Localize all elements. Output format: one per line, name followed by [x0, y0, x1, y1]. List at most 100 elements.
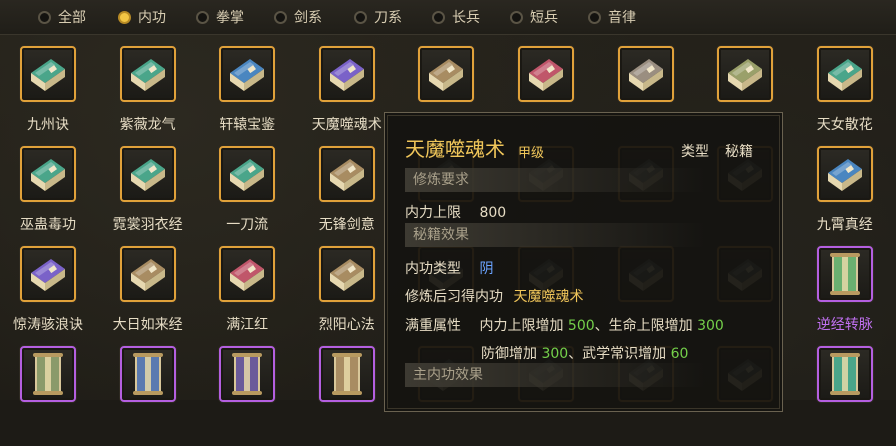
filter-label: 长兵: [452, 10, 480, 26]
book-icon[interactable]: [717, 46, 774, 102]
book-icon[interactable]: [20, 346, 76, 402]
manual-slot[interactable]: 无锋剑意: [301, 146, 393, 246]
attr3-name: 防御增加: [481, 346, 537, 362]
book-icon[interactable]: [119, 346, 176, 402]
full-label: 满重属性: [405, 318, 461, 334]
radio-icon[interactable]: [118, 10, 131, 24]
attr1-value: 500: [567, 318, 595, 334]
radio-icon[interactable]: [274, 10, 287, 24]
manual-name: 惊涛骇浪诀: [13, 317, 83, 333]
manual-slot[interactable]: 一刀流: [201, 146, 293, 246]
filter-label: 剑系: [294, 10, 322, 26]
filter-option-2[interactable]: 拳掌: [196, 7, 244, 27]
radio-icon[interactable]: [432, 10, 445, 24]
manual-slot[interactable]: 九州诀: [2, 46, 94, 146]
filter-label: 刀系: [374, 10, 402, 26]
manual-slot[interactable]: 天女散花: [799, 46, 891, 146]
manual-name: 天女散花: [816, 117, 873, 133]
book-icon[interactable]: [318, 46, 375, 102]
book-icon[interactable]: [20, 146, 76, 202]
manual-slot[interactable]: 惊涛骇浪诀: [2, 246, 94, 346]
filter-option-3[interactable]: 剑系: [274, 7, 322, 27]
manual-name: 大日如来经: [112, 317, 183, 333]
manual-name: 九霄真经: [816, 217, 873, 233]
tooltip-type-value: 秘籍: [725, 144, 753, 160]
book-icon[interactable]: [20, 46, 76, 102]
section-effects: 秘籍效果: [405, 223, 705, 247]
book-icon[interactable]: [119, 46, 176, 102]
manual-name: 紫薇龙气: [119, 117, 176, 133]
manual-slot[interactable]: 霓裳羽衣经: [102, 146, 194, 246]
manual-slot[interactable]: 紫薇龙气: [102, 46, 194, 146]
radio-icon[interactable]: [354, 10, 367, 24]
book-icon[interactable]: [318, 346, 375, 402]
manual-slot[interactable]: [201, 346, 293, 446]
manual-slot[interactable]: [301, 346, 393, 446]
book-icon[interactable]: [816, 46, 873, 102]
radio-icon[interactable]: [510, 10, 523, 24]
manual-name: 霓裳羽衣经: [112, 217, 183, 233]
book-icon[interactable]: [617, 46, 674, 102]
manual-slot[interactable]: 轩辕宝鉴: [201, 46, 293, 146]
manual-slot[interactable]: 天魔噬魂术: [301, 46, 393, 146]
tooltip-grade: 甲级: [518, 146, 545, 161]
attr2-value: 300: [697, 318, 724, 334]
attr4-name: 、武学常识增加: [568, 346, 667, 362]
section-main-effect: 主内功效果: [405, 363, 705, 387]
book-icon[interactable]: [816, 146, 873, 202]
category-filter-bar: 全部 内功 拳掌 剑系 刀系 长兵 短兵 音律: [0, 0, 896, 35]
tooltip-title: 天魔噬魂术: [405, 137, 505, 161]
neigong-type-value: 阴: [479, 261, 494, 277]
manual-slot[interactable]: 烈阳心法: [301, 246, 393, 346]
filter-option-4[interactable]: 刀系: [354, 7, 402, 27]
book-icon[interactable]: [219, 346, 276, 402]
manual-slot[interactable]: 满江红: [201, 246, 293, 346]
attr4-value: 60: [670, 346, 689, 362]
filter-label: 音律: [608, 10, 636, 26]
manual-slot[interactable]: [799, 346, 891, 446]
book-icon[interactable]: [518, 46, 574, 102]
filter-option-7[interactable]: 音律: [588, 7, 636, 27]
book-icon[interactable]: [418, 46, 475, 102]
book-icon[interactable]: [816, 346, 873, 402]
filter-option-5[interactable]: 长兵: [432, 7, 480, 27]
book-icon[interactable]: [318, 246, 375, 302]
manual-slot[interactable]: 逆经转脉: [799, 246, 891, 346]
manual-slot[interactable]: 巫蛊毒功: [2, 146, 94, 246]
book-icon[interactable]: [119, 146, 176, 202]
filter-option-6[interactable]: 短兵: [510, 7, 558, 27]
full-attr-row-2: 防御增加 300、武学常识增加 60: [481, 343, 688, 363]
book-icon[interactable]: [219, 146, 276, 202]
radio-icon[interactable]: [588, 10, 601, 24]
neigong-type-label: 内功类型: [405, 261, 461, 277]
manual-slot[interactable]: [2, 346, 94, 446]
attr3-value: 300: [541, 346, 569, 362]
filter-label: 内功: [138, 10, 166, 26]
book-icon[interactable]: [219, 46, 276, 102]
filter-label: 全部: [58, 10, 86, 26]
book-icon[interactable]: [219, 246, 276, 302]
radio-icon[interactable]: [38, 10, 51, 24]
filter-option-0[interactable]: 全部: [38, 7, 86, 27]
manual-name: 一刀流: [226, 217, 269, 233]
manual-slot[interactable]: 大日如来经: [102, 246, 194, 346]
book-icon[interactable]: [119, 246, 176, 302]
full-attr-row-1: 满重属性 内力上限增加 500、生命上限增加 300: [405, 315, 724, 335]
book-icon[interactable]: [816, 246, 873, 302]
book-icon[interactable]: [318, 146, 375, 202]
manual-slot[interactable]: [102, 346, 194, 446]
neigong-type-row: 内功类型 阴: [405, 258, 493, 278]
manual-name: 巫蛊毒功: [20, 217, 76, 233]
manual-slot[interactable]: 九霄真经: [799, 146, 891, 246]
req-value: 800: [479, 205, 507, 221]
filter-option-1[interactable]: 内功: [118, 7, 166, 27]
manual-name: 九州诀: [27, 117, 69, 133]
manual-tooltip: 天魔噬魂术 甲级 类型 秘籍 修炼要求 内力上限 800 秘籍效果 内功类型 阴…: [384, 112, 783, 412]
manual-name: 逆经转脉: [816, 317, 873, 333]
req-row: 内力上限 800: [405, 202, 506, 222]
book-icon[interactable]: [20, 246, 76, 302]
radio-icon[interactable]: [196, 10, 209, 24]
learn-value: 天魔噬魂术: [513, 289, 584, 305]
filter-label: 拳掌: [216, 10, 244, 26]
section-requirements: 修炼要求: [405, 168, 705, 192]
